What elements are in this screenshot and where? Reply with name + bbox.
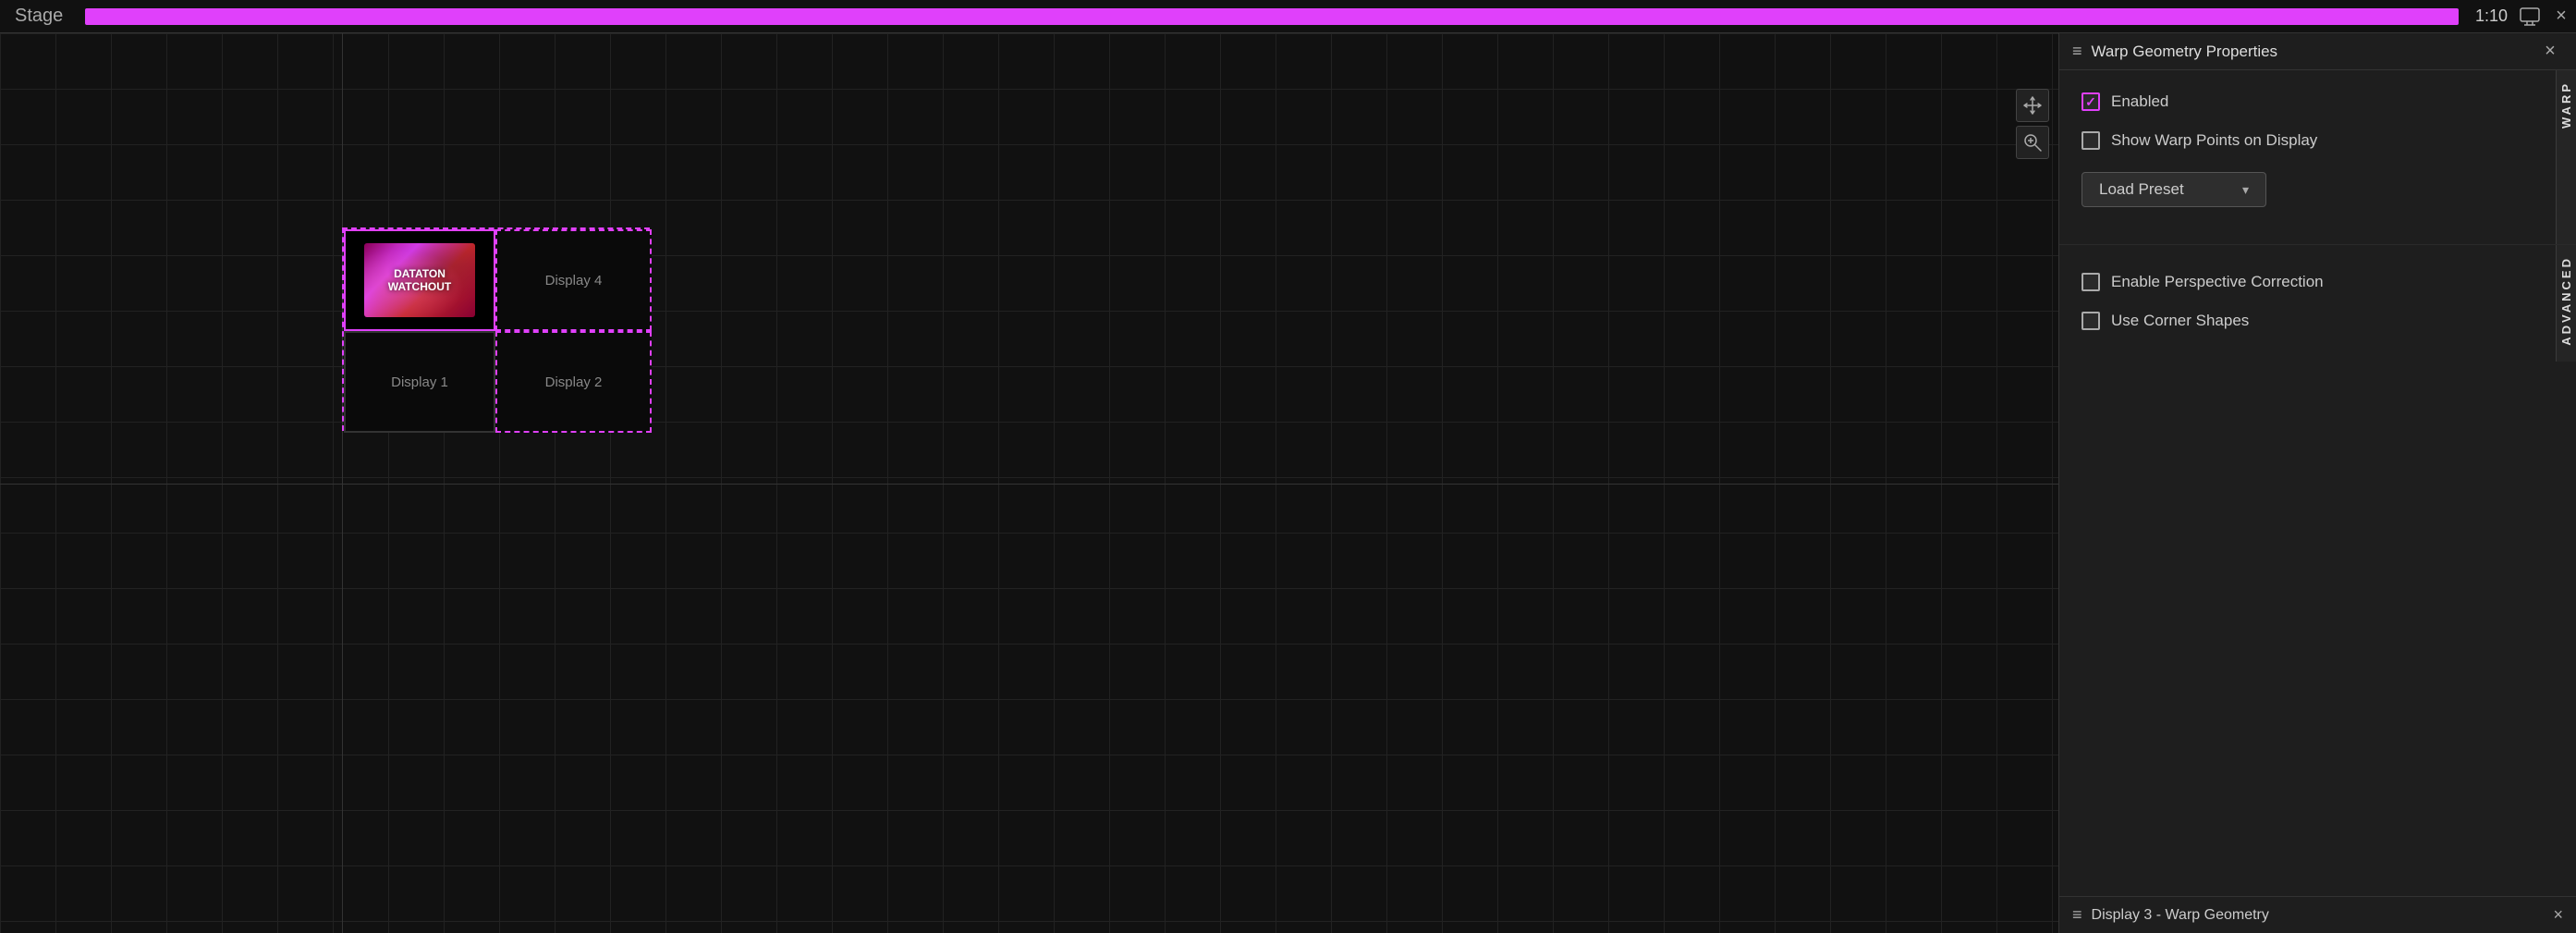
properties-panel: ≡ Warp Geometry Properties × WARP ✓ Enab… [2058, 33, 2576, 933]
thumbnail-text: DATATON WATCHOUT [388, 267, 451, 294]
show-warp-points-checkbox[interactable] [2082, 131, 2100, 150]
bottom-panel-close-button[interactable]: × [2553, 905, 2563, 925]
watchout-thumbnail: DATATON WATCHOUT [364, 243, 475, 317]
display-group: DATATON WATCHOUT Display 4 Display 1 Dis… [342, 227, 650, 431]
load-preset-label: Load Preset [2099, 180, 2184, 199]
progress-bar [85, 8, 2459, 25]
show-warp-points-label: Show Warp Points on Display [2111, 131, 2317, 150]
bottom-panel-title: Display 3 - Warp Geometry [2092, 907, 2554, 924]
perspective-checkbox-row: Enable Perspective Correction [2082, 273, 2535, 291]
bottom-panel: ≡ Display 3 - Warp Geometry × [2059, 896, 2576, 933]
display-bottom-right[interactable]: Display 2 [495, 331, 652, 433]
show-warp-points-checkbox-row: Show Warp Points on Display [2082, 131, 2535, 150]
zoom-tool-button[interactable] [2016, 126, 2049, 159]
enabled-checkbox[interactable]: ✓ [2082, 92, 2100, 111]
bottom-panel-menu-icon[interactable]: ≡ [2072, 905, 2082, 925]
panel-close-button[interactable]: × [2537, 39, 2563, 65]
perspective-checkbox[interactable] [2082, 273, 2100, 291]
zoom-ratio: 1:10 [2466, 6, 2517, 26]
display-2-label: Display 2 [545, 374, 603, 390]
display-bottom-left[interactable]: Display 1 [344, 331, 495, 433]
topbar-close-button[interactable]: × [2546, 2, 2576, 31]
display-top-left[interactable]: DATATON WATCHOUT [344, 229, 495, 331]
dropdown-arrow-icon: ▾ [2242, 182, 2249, 198]
panel-header: ≡ Warp Geometry Properties × [2059, 33, 2576, 70]
panel-menu-icon[interactable]: ≡ [2072, 42, 2082, 61]
display-1-label: Display 1 [391, 374, 448, 390]
warp-section: WARP ✓ Enabled Show Warp Points on Displ… [2059, 70, 2576, 245]
display-top-right[interactable]: Display 4 [495, 229, 652, 331]
corner-shapes-checkbox[interactable] [2082, 312, 2100, 330]
stage-canvas[interactable]: DATATON WATCHOUT Display 4 Display 1 Dis… [0, 33, 2058, 933]
advanced-label: ADVANCED [2559, 256, 2573, 346]
display-4-label: Display 4 [545, 273, 603, 288]
enabled-checkbox-row: ✓ Enabled [2082, 92, 2535, 111]
corner-shapes-label: Use Corner Shapes [2111, 312, 2249, 330]
warp-label: WARP [2559, 81, 2573, 129]
main-content: DATATON WATCHOUT Display 4 Display 1 Dis… [0, 33, 2576, 933]
load-preset-button[interactable]: Load Preset ▾ [2082, 172, 2266, 207]
panel-title: Warp Geometry Properties [2092, 43, 2537, 61]
stage-tools [2016, 89, 2049, 159]
advanced-section: ADVANCED Enable Perspective Correction U… [2059, 245, 2576, 362]
corner-shapes-checkbox-row: Use Corner Shapes [2082, 312, 2535, 330]
monitor-icon[interactable] [2517, 4, 2543, 30]
panel-body: WARP ✓ Enabled Show Warp Points on Displ… [2059, 70, 2576, 896]
horizontal-center-line [0, 484, 2058, 485]
stage-label: Stage [0, 6, 78, 27]
top-bar: Stage 1:10 × [0, 0, 2576, 33]
perspective-label: Enable Perspective Correction [2111, 273, 2324, 291]
enabled-label: Enabled [2111, 92, 2168, 111]
move-tool-button[interactable] [2016, 89, 2049, 122]
vertical-center-line [342, 33, 343, 933]
checkmark-icon: ✓ [2085, 94, 2096, 110]
